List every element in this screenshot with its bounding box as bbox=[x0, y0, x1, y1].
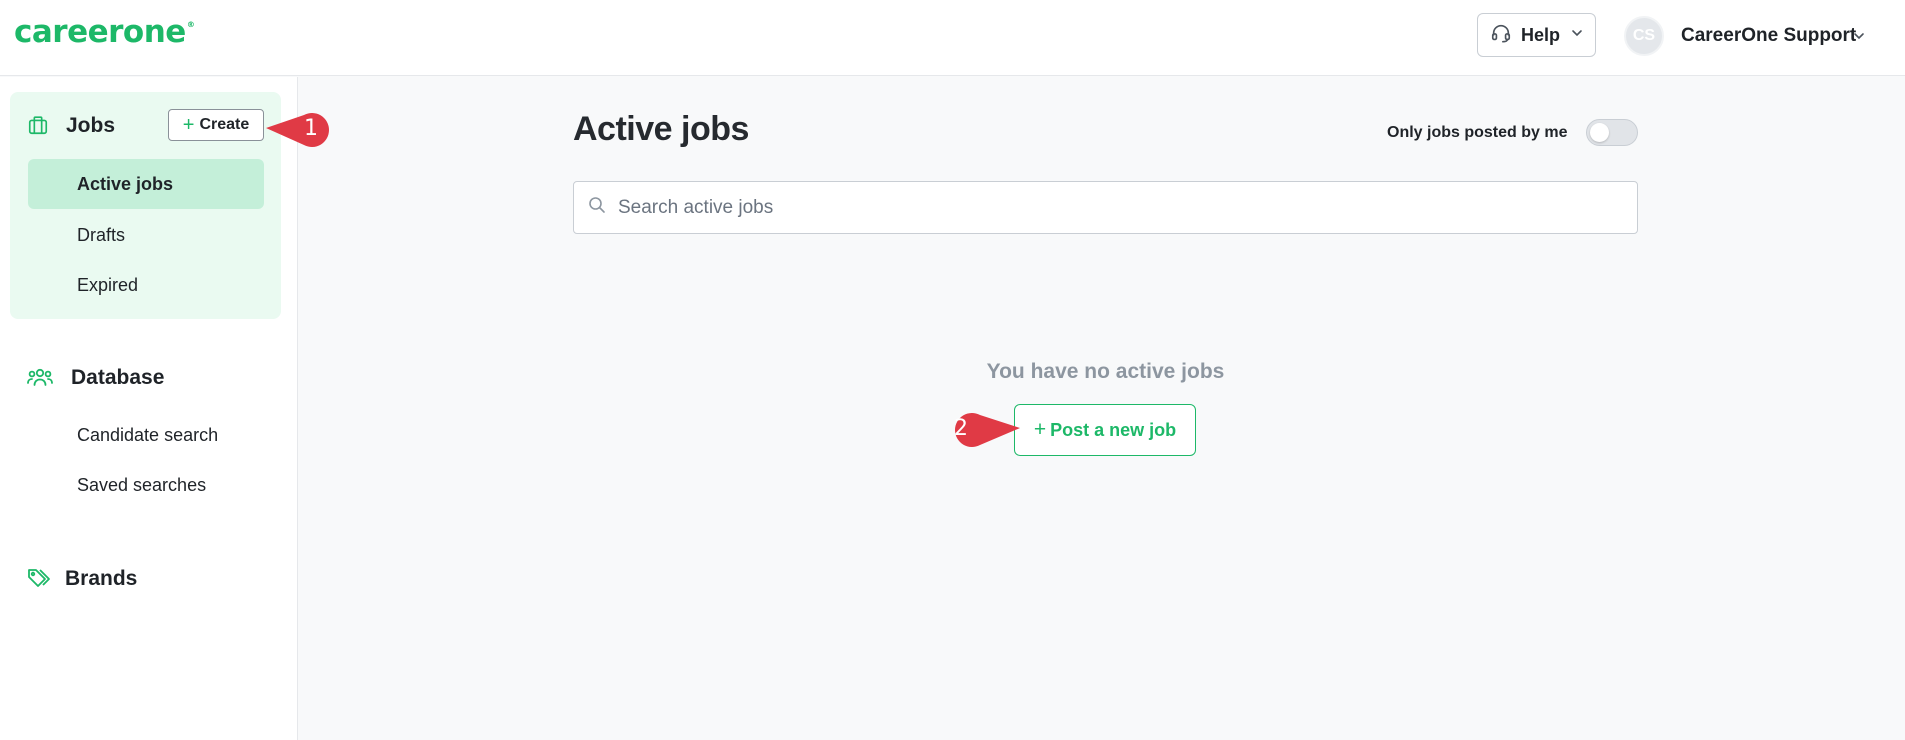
plus-icon: + bbox=[1033, 418, 1047, 441]
tag-icon bbox=[27, 567, 51, 594]
sidebar: Jobs + Create Active jobs Drafts Expired… bbox=[0, 77, 298, 740]
help-label: Help bbox=[1521, 24, 1561, 45]
careerone-logo[interactable]: careerone® bbox=[14, 14, 195, 50]
empty-state-message: You have no active jobs bbox=[986, 360, 1225, 383]
annotation-marker-1: 1 bbox=[264, 110, 332, 155]
sidebar-item-active-jobs[interactable]: Active jobs bbox=[28, 159, 264, 209]
top-header: careerone® Help CS CareerOne Support bbox=[0, 0, 1905, 76]
database-section-title[interactable]: Database bbox=[71, 366, 164, 390]
search-input[interactable] bbox=[618, 196, 1598, 219]
sidebar-item-candidate-search[interactable]: Candidate search bbox=[28, 410, 264, 460]
chevron-down-icon[interactable] bbox=[1852, 29, 1866, 48]
sidebar-item-saved-searches[interactable]: Saved searches bbox=[28, 460, 264, 510]
help-button[interactable]: Help bbox=[1477, 13, 1596, 57]
chevron-down-icon bbox=[1570, 26, 1584, 45]
avatar[interactable]: CS bbox=[1624, 16, 1664, 56]
marker-number: 1 bbox=[304, 116, 318, 141]
create-job-button[interactable]: + Create bbox=[168, 109, 264, 141]
post-job-label: Post a new job bbox=[1050, 419, 1177, 440]
only-my-jobs-label: Only jobs posted by me bbox=[1387, 124, 1568, 141]
annotation-marker-2: 2 bbox=[944, 410, 1022, 455]
toggle-knob bbox=[1590, 123, 1609, 142]
search-icon bbox=[588, 196, 606, 219]
plus-icon: + bbox=[182, 114, 195, 136]
headset-icon bbox=[1490, 22, 1512, 49]
user-menu-name[interactable]: CareerOne Support bbox=[1681, 25, 1856, 47]
jobs-section-title[interactable]: Jobs bbox=[66, 114, 115, 138]
brands-section-title[interactable]: Brands bbox=[65, 567, 137, 591]
briefcase-icon bbox=[27, 114, 49, 141]
sidebar-item-drafts[interactable]: Drafts bbox=[28, 210, 264, 260]
post-new-job-button[interactable]: + Post a new job bbox=[1014, 404, 1196, 456]
people-icon bbox=[27, 366, 53, 393]
only-my-jobs-toggle[interactable] bbox=[1586, 119, 1638, 146]
sidebar-item-expired[interactable]: Expired bbox=[28, 260, 264, 310]
search-field[interactable] bbox=[573, 181, 1638, 234]
create-label: Create bbox=[199, 116, 250, 133]
page-title: Active jobs bbox=[573, 110, 749, 148]
marker-number: 2 bbox=[954, 416, 968, 441]
